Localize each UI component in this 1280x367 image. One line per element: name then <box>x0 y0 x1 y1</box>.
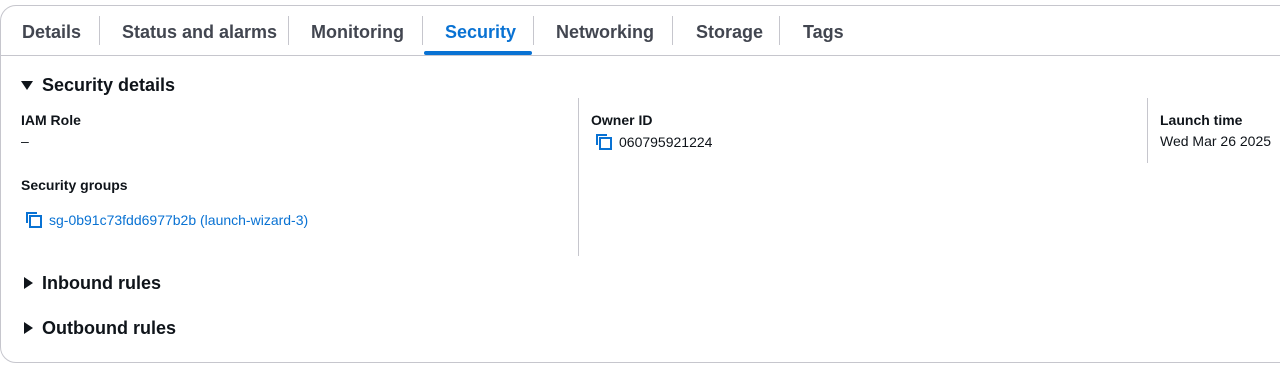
owner-id-label: Owner ID <box>591 112 653 128</box>
tab-storage[interactable]: Storage <box>696 20 763 44</box>
tab-status-and-alarms[interactable]: Status and alarms <box>122 20 277 44</box>
owner-id-row: 060795921224 <box>595 133 712 151</box>
tab-divider <box>422 16 423 45</box>
iam-role-label: IAM Role <box>21 112 81 128</box>
tab-divider <box>533 16 534 45</box>
tab-bar: Details Status and alarms Monitoring Sec… <box>1 6 1280 56</box>
caret-down-icon <box>21 80 33 90</box>
security-details-toggle[interactable]: Security details <box>21 73 175 97</box>
column-divider <box>578 98 579 256</box>
copy-icon[interactable] <box>595 133 613 151</box>
security-group-item: sg-0b91c73fdd6977b2b (launch-wizard-3) <box>25 211 308 229</box>
copy-icon[interactable] <box>25 211 43 229</box>
launch-time-value: Wed Mar 26 2025 <box>1160 133 1272 149</box>
outbound-rules-toggle[interactable]: Outbound rules <box>21 316 176 340</box>
tab-divider <box>99 16 100 45</box>
instance-detail-panel: Details Status and alarms Monitoring Sec… <box>0 5 1280 363</box>
tab-tags[interactable]: Tags <box>803 20 844 44</box>
caret-right-icon <box>24 277 33 289</box>
tab-details[interactable]: Details <box>22 20 81 44</box>
owner-id-value: 060795921224 <box>619 134 713 150</box>
tab-divider <box>779 16 780 45</box>
iam-role-value: – <box>21 133 29 149</box>
caret-right-icon <box>24 322 33 334</box>
inbound-rules-heading: Inbound rules <box>42 272 161 293</box>
security-group-link[interactable]: sg-0b91c73fdd6977b2b (launch-wizard-3) <box>49 212 308 228</box>
tab-monitoring[interactable]: Monitoring <box>311 20 404 44</box>
tab-divider <box>672 16 673 45</box>
tab-divider <box>288 16 289 45</box>
active-tab-indicator <box>424 51 532 55</box>
inbound-rules-toggle[interactable]: Inbound rules <box>21 271 161 295</box>
security-groups-label: Security groups <box>21 177 128 193</box>
outbound-rules-heading: Outbound rules <box>42 317 176 338</box>
launch-time-label: Launch time <box>1160 112 1243 128</box>
column-divider <box>1147 98 1148 163</box>
tab-networking[interactable]: Networking <box>556 20 654 44</box>
tab-security[interactable]: Security <box>445 20 516 44</box>
security-details-heading: Security details <box>42 74 176 95</box>
